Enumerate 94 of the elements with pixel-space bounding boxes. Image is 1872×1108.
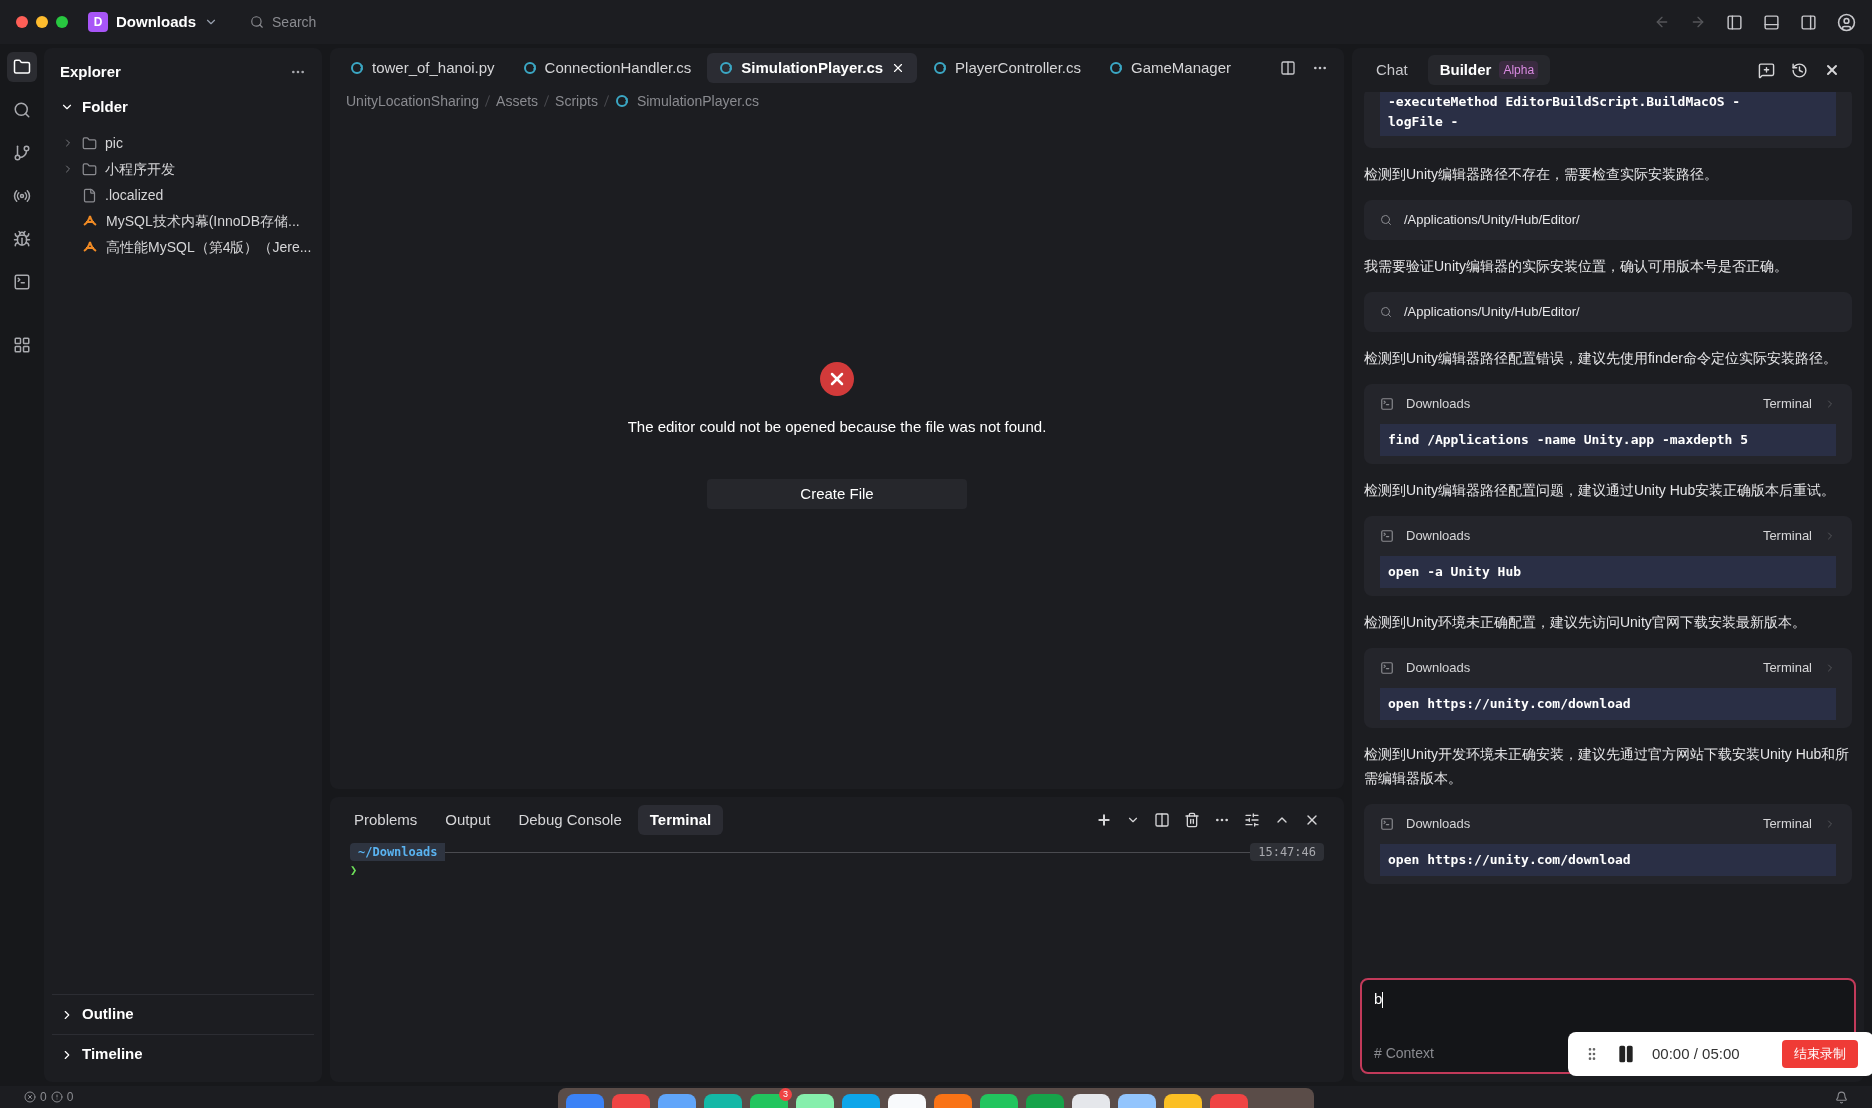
panel-tab[interactable]: Debug Console	[506, 805, 634, 835]
context-button[interactable]: # Context	[1374, 1043, 1434, 1064]
editor-tab[interactable]: tower_of_hanoi.py	[338, 53, 507, 83]
assistant-message: 检测到Unity编辑器路径配置问题，建议通过Unity Hub安装正确版本后重试。	[1364, 481, 1837, 500]
terminal-link[interactable]: Terminal	[1762, 526, 1812, 546]
history-icon[interactable]	[1791, 61, 1808, 79]
search-result-card[interactable]: /Applications/Unity/Hub/Editor/	[1364, 292, 1852, 332]
search-result-card[interactable]: /Applications/Unity/Hub/Editor/	[1364, 200, 1852, 240]
file-tree-item[interactable]: MySQL技术内幕(InnoDB存储...	[44, 208, 322, 234]
assistant-message: 检测到Unity编辑器路径不存在，需要检查实际安装路径。	[1364, 165, 1719, 184]
error-icon	[820, 362, 854, 397]
search-icon	[1380, 214, 1392, 226]
file-icon	[82, 187, 97, 203]
search-icon	[250, 15, 264, 29]
terminal-icon	[1380, 397, 1394, 411]
bottom-panel-toggle-icon[interactable]	[1763, 13, 1780, 31]
section-label: Timeline	[82, 1044, 143, 1065]
error-count-icon	[24, 1091, 36, 1103]
terminal-link[interactable]: Terminal	[1762, 658, 1812, 678]
command-block: find /Applications -name Unity.app -maxdepth 5	[1380, 424, 1836, 456]
workspace-name: Downloads	[116, 11, 196, 32]
terminal-link[interactable]: Terminal	[1762, 814, 1812, 834]
prompt-time: 15:47:46	[1250, 843, 1324, 861]
close-window-button[interactable]	[16, 16, 28, 28]
editor-tab[interactable]: SimulationPlayer.cs	[707, 53, 918, 83]
assistant-message: 检测到Unity编辑器路径配置错误，建议先使用finder命令定位实际安装路径。	[1364, 349, 1838, 368]
assistant-message: 检测到Unity环境未正确配置，建议先访问Unity官网下载安装最新版本。	[1364, 613, 1807, 632]
folder-header[interactable]: Folder	[44, 92, 322, 122]
warning-count-icon	[50, 1091, 63, 1103]
chat-mode-tab[interactable]: Builder Alpha	[1427, 55, 1551, 85]
stop-recording-button[interactable]: 结束录制	[1782, 1040, 1858, 1068]
left-panel-toggle-icon[interactable]	[1726, 13, 1743, 31]
editor-tab[interactable]: ConnectionHandler.cs	[510, 53, 704, 83]
assistant-message: 我需要验证Unity编辑器的实际安装位置，确认可用版本号是否正确。	[1364, 257, 1789, 276]
command-block: open https://unity.com/download	[1380, 844, 1836, 876]
terminal-icon	[1380, 817, 1394, 831]
editor-tab[interactable]: GameManager	[1097, 53, 1245, 83]
zoom-window-button[interactable]	[56, 16, 68, 28]
notification-badge: 3	[779, 1088, 792, 1101]
pause-icon[interactable]	[1616, 1044, 1636, 1064]
command-block: open https://unity.com/download	[1380, 688, 1836, 720]
section-header[interactable]: Outline	[52, 994, 314, 1034]
close-icon[interactable]	[1824, 62, 1840, 78]
search-field[interactable]: Search	[272, 11, 432, 33]
file-tree-item[interactable]: .localized	[44, 182, 322, 208]
section-header[interactable]: Timeline	[52, 1034, 314, 1074]
warning-count[interactable]: 0	[66, 1088, 74, 1106]
recording-time: 00:00 / 05:00	[1652, 1043, 1740, 1064]
new-chat-icon[interactable]	[1758, 61, 1775, 79]
terminal-folder: Downloads	[1406, 659, 1471, 678]
right-panel-toggle-icon[interactable]	[1800, 13, 1817, 31]
folder-icon	[82, 161, 97, 177]
file-tree-item[interactable]: 高性能MySQL（第4版）（Jere...	[44, 234, 322, 260]
split-terminal-icon[interactable]	[1154, 812, 1170, 828]
error-message: The editor could not be opened because the file was not found.	[627, 417, 1047, 438]
add-terminal-icon[interactable]	[1096, 812, 1112, 828]
terminal-link[interactable]: Terminal	[1762, 394, 1812, 414]
breadcrumb-item[interactable]: Scripts	[555, 90, 598, 112]
split-editor-icon[interactable]	[1280, 60, 1296, 76]
folder-icon	[82, 135, 97, 151]
panel-tab[interactable]: Problems	[342, 805, 430, 835]
account-icon[interactable]	[1837, 12, 1856, 32]
breadcrumb-item[interactable]: UnityLocationSharing	[346, 90, 480, 112]
workspace-switcher[interactable]: D Downloads	[88, 10, 218, 34]
prompt-symbol: ❯	[350, 863, 358, 877]
prompt-path: ~/Downloads	[350, 843, 446, 861]
create-file-button[interactable]: Create File	[707, 478, 967, 509]
file-tree-item[interactable]: 小程序开发	[44, 156, 322, 182]
section-label: Outline	[82, 1004, 134, 1025]
trash-icon[interactable]	[1184, 812, 1200, 828]
assistant-message: 检测到Unity开发环境未正确安装，建议先通过官方网站下载安装Unity Hub和所需编辑器版本。	[1364, 745, 1851, 788]
folder-label: Folder	[82, 96, 128, 117]
panel-tab[interactable]: Output	[433, 805, 503, 835]
breadcrumb-item[interactable]: Assets	[496, 90, 539, 112]
error-count[interactable]: 0	[40, 1088, 47, 1106]
terminal-icon	[1380, 529, 1394, 543]
terminal-folder: Downloads	[1406, 395, 1471, 414]
terminal-icon	[1380, 661, 1394, 675]
workspace-avatar: D	[88, 12, 108, 32]
explorer-title: Explorer	[60, 61, 121, 82]
terminal-folder: Downloads	[1406, 815, 1471, 834]
breadcrumb-item[interactable]: SimulationPlayer.cs	[636, 90, 760, 112]
command-block: open -a Unity Hub	[1380, 556, 1836, 588]
file-tree-item[interactable]: pic	[44, 130, 322, 156]
code-block: -executeMethod EditorBuildScript.BuildMacOS - logFile -	[1380, 92, 1836, 136]
chat-mode-tab[interactable]: Chat	[1364, 55, 1420, 85]
settings-icon[interactable]	[1244, 812, 1260, 828]
panel-tab[interactable]: Terminal	[637, 805, 724, 835]
terminal-folder: Downloads	[1406, 527, 1471, 546]
minimize-window-button[interactable]	[36, 16, 48, 28]
files-icon[interactable]	[7, 52, 37, 82]
editor-tab[interactable]: PlayerController.cs	[921, 53, 1093, 83]
search-icon	[1380, 306, 1392, 318]
notifications-icon[interactable]	[1835, 1090, 1848, 1104]
